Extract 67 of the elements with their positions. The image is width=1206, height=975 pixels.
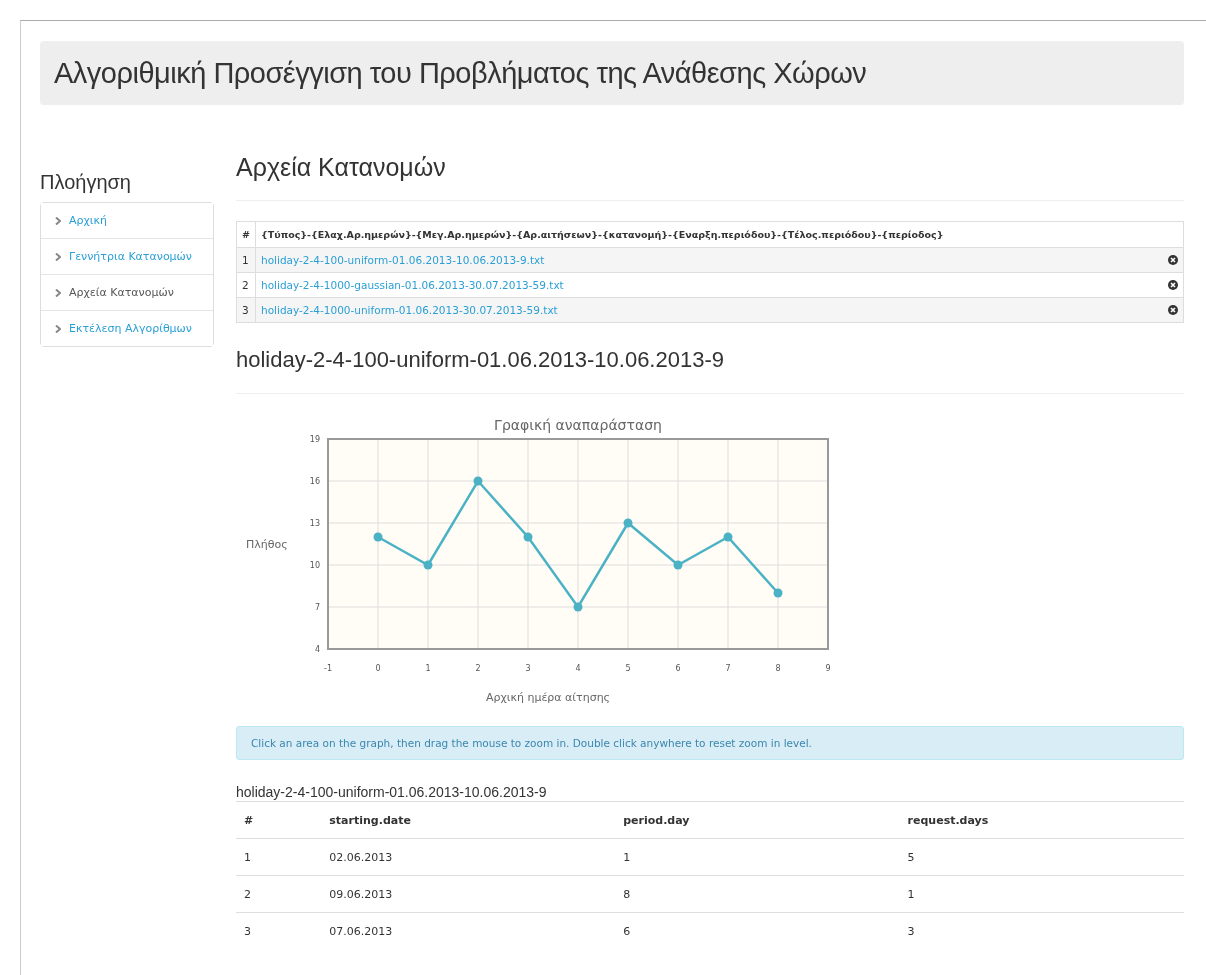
y-tick-label: 10 bbox=[309, 561, 320, 570]
section-title: holiday-2-4-100-uniform-01.06.2013-10.06.2013-9 bbox=[236, 347, 1184, 394]
table-cell: 2 bbox=[236, 875, 322, 913]
table-caption: holiday-2-4-100-uniform-01.06.2013-10.06.2013-9 bbox=[236, 784, 1184, 802]
chevron-icon bbox=[55, 216, 61, 225]
x-tick-label: 9 bbox=[825, 664, 831, 673]
sidebar-title: Πλοήγηση bbox=[40, 171, 132, 194]
data-point bbox=[373, 532, 383, 542]
row-number: 1 bbox=[236, 247, 256, 273]
table-cell: 6 bbox=[615, 912, 900, 949]
column-header: # bbox=[236, 221, 256, 248]
data-point bbox=[673, 560, 683, 570]
chart-title: Γραφική αναπαράσταση bbox=[494, 417, 662, 433]
y-axis-label: Πλήθος bbox=[246, 538, 288, 551]
data-point bbox=[723, 532, 733, 542]
column-header: period.day bbox=[615, 802, 900, 839]
table-cell: 09.06.2013 bbox=[321, 875, 616, 913]
table-cell: 8 bbox=[615, 875, 900, 913]
y-tick-label: 13 bbox=[309, 519, 320, 528]
column-header: {Τύπος}-{Ελαχ.Αρ.ημερών}-{Μεγ.Αρ.ημερών}-{Αρ.αιτήσεων}-{κατανομή}-{Εναρξη.περιόδου}-{Τέλος.περιόδου}-{περίοδος} bbox=[255, 221, 1184, 248]
y-tick-label: 7 bbox=[314, 603, 320, 612]
x-tick-label: 1 bbox=[425, 664, 431, 673]
x-axis-label: Αρχική ημέρα αίτησης bbox=[485, 691, 611, 704]
chevron-icon bbox=[55, 252, 61, 261]
column-header: # bbox=[236, 802, 322, 839]
table-cell: 02.06.2013 bbox=[321, 838, 616, 876]
data-point bbox=[423, 560, 433, 570]
delete-icon[interactable] bbox=[1168, 280, 1178, 290]
delete-icon[interactable] bbox=[1168, 255, 1178, 265]
data-point bbox=[473, 476, 483, 486]
y-tick-label: 4 bbox=[314, 645, 320, 654]
x-tick-label: 2 bbox=[475, 664, 481, 673]
column-header: request.days bbox=[899, 802, 1184, 839]
x-tick-label: 4 bbox=[575, 664, 581, 673]
file-link[interactable]: holiday-2-4-1000-gaussian-01.06.2013-30.07.2013-59.txt bbox=[261, 279, 564, 291]
chevron-icon bbox=[55, 324, 61, 333]
delete-icon[interactable] bbox=[1168, 305, 1178, 315]
table-cell: 3 bbox=[899, 912, 1184, 949]
x-tick-label: 6 bbox=[675, 664, 681, 673]
row-number: 2 bbox=[236, 272, 256, 298]
table-cell: 1 bbox=[236, 838, 322, 876]
table-cell: 1 bbox=[899, 875, 1184, 913]
data-point bbox=[773, 588, 783, 598]
data-point bbox=[623, 518, 633, 528]
file-link[interactable]: holiday-2-4-100-uniform-01.06.2013-10.06.2013-9.txt bbox=[261, 254, 545, 266]
chevron-icon bbox=[55, 288, 61, 297]
x-tick-label: 3 bbox=[525, 664, 531, 673]
x-tick-label: 0 bbox=[375, 664, 381, 673]
y-tick-label: 19 bbox=[309, 435, 320, 444]
data-point bbox=[523, 532, 533, 542]
site-title: Αλγοριθμική Προσέγγιση του Προβλήματος της Ανάθεσης Χώρων bbox=[54, 56, 867, 90]
x-tick-label: 7 bbox=[725, 664, 731, 673]
table-cell: 1 bbox=[615, 838, 900, 876]
table-cell: 07.06.2013 bbox=[321, 912, 616, 949]
row-number: 3 bbox=[236, 297, 256, 323]
column-header: starting.date bbox=[321, 802, 616, 839]
data-point bbox=[573, 602, 583, 612]
file-link[interactable]: holiday-2-4-1000-uniform-01.06.2013-30.07.2013-59.txt bbox=[261, 304, 558, 316]
page-title: Αρχεία Κατανομών bbox=[236, 149, 1184, 201]
table-cell: 3 bbox=[236, 912, 322, 949]
x-tick-label: -1 bbox=[324, 664, 332, 673]
y-tick-label: 16 bbox=[309, 477, 320, 486]
table-cell: 5 bbox=[899, 838, 1184, 876]
nav-link[interactable]: Εκτέλεση Αλγορίθμων bbox=[41, 310, 213, 346]
x-tick-label: 5 bbox=[625, 664, 631, 673]
info-alert: Click an area on the graph, then drag the mouse to zoom in. Double click anywhere to reset zoom in level. bbox=[236, 726, 1184, 760]
x-tick-label: 8 bbox=[775, 664, 781, 673]
